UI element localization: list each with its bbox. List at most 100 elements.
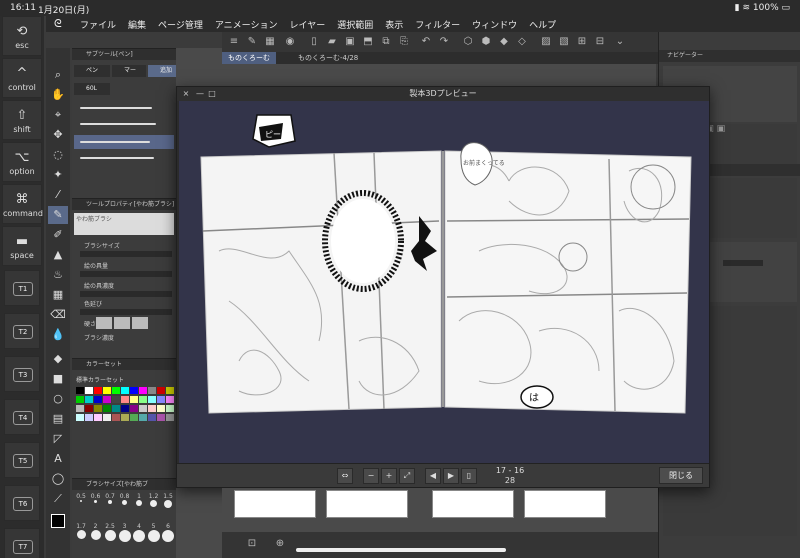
export-icon[interactable]: ⬒: [362, 36, 374, 48]
chevron-down-icon[interactable]: ⌄: [614, 36, 626, 48]
color-swatch[interactable]: [130, 405, 138, 412]
menu-window[interactable]: ウィンドウ: [472, 18, 517, 31]
preview-stage[interactable]: ピー お前まくってる は: [179, 101, 709, 463]
color-swatch[interactable]: [166, 396, 174, 403]
color-swatch[interactable]: [94, 387, 102, 394]
figure-tool-icon[interactable]: ○: [48, 390, 68, 408]
airbrush-tool-icon[interactable]: ♨: [48, 266, 68, 284]
record-icon[interactable]: ◉: [284, 36, 296, 48]
color-swatch[interactable]: [76, 405, 84, 412]
color-swatch[interactable]: [166, 387, 174, 394]
maximize-window-icon[interactable]: □: [207, 89, 217, 99]
brush-preview-2[interactable]: [80, 123, 156, 125]
color-swatch[interactable]: [112, 405, 120, 412]
t4-key[interactable]: T4: [4, 399, 40, 435]
snap-icon[interactable]: ⊞: [576, 36, 588, 48]
t3-key[interactable]: T3: [4, 356, 40, 392]
undo-icon[interactable]: ↶: [420, 36, 432, 48]
main-color-swatch[interactable]: [48, 512, 68, 530]
gradient-tool-icon[interactable]: ■: [48, 370, 68, 388]
color-swatch[interactable]: [85, 405, 93, 412]
color-swatch[interactable]: [166, 414, 174, 421]
brush-size-option[interactable]: 4: [132, 523, 146, 549]
color-swatch[interactable]: [121, 405, 129, 412]
fill-tool-icon[interactable]: ◆: [48, 350, 68, 368]
color-swatch[interactable]: [85, 387, 93, 394]
hardness-step-3[interactable]: [132, 317, 148, 329]
magic-wand-icon[interactable]: ✦: [48, 166, 68, 184]
page-add-icon[interactable]: ⊕: [274, 538, 286, 550]
subtool-tab-pen[interactable]: ペン: [74, 65, 110, 77]
zoom-tool-icon[interactable]: ⌕: [48, 66, 68, 84]
paint-density-slider[interactable]: [80, 291, 172, 297]
fit-view-icon[interactable]: ⇔: [337, 468, 353, 484]
invert-selection-icon[interactable]: ▧: [558, 36, 570, 48]
space-key[interactable]: ▬ space: [2, 226, 42, 266]
color-swatch[interactable]: [112, 387, 120, 394]
brush-size-option[interactable]: 0.5: [74, 493, 88, 519]
brush-size-option[interactable]: 5: [147, 523, 161, 549]
color-swatch[interactable]: [103, 387, 111, 394]
brush-size-option[interactable]: 2.5: [103, 523, 117, 549]
color-swatch[interactable]: [94, 405, 102, 412]
color-swatch[interactable]: [76, 387, 84, 394]
color-swatch[interactable]: [166, 405, 174, 412]
eraser-tool-icon[interactable]: ⌫: [48, 306, 68, 324]
menu-edit[interactable]: 編集: [128, 18, 146, 31]
move-tool-icon[interactable]: ✥: [48, 126, 68, 144]
border-icon[interactable]: ◇: [516, 36, 528, 48]
color-swatch[interactable]: [148, 387, 156, 394]
page-settings-icon[interactable]: ⊡: [246, 538, 258, 550]
menu-help[interactable]: ヘルプ: [529, 18, 556, 31]
eyedropper-icon[interactable]: ⁄: [48, 186, 68, 204]
page-list-icon[interactable]: ▯: [461, 468, 477, 484]
color-swatch[interactable]: [148, 405, 156, 412]
copy-icon[interactable]: ⧉: [380, 36, 392, 48]
hamburger-icon[interactable]: ≡: [228, 36, 240, 48]
doc-tab-2[interactable]: ものくろーむ-4/28: [292, 52, 364, 64]
hardness-step-1[interactable]: [96, 317, 112, 329]
color-swatch[interactable]: [85, 414, 93, 421]
prev-page-icon[interactable]: ◀: [425, 468, 441, 484]
color-swatch[interactable]: [139, 387, 147, 394]
color-swatch[interactable]: [94, 396, 102, 403]
open-file-icon[interactable]: ▰: [326, 36, 338, 48]
color-set-name[interactable]: 標準カラーセット: [76, 375, 124, 384]
decoration-tool-icon[interactable]: ▦: [48, 286, 68, 304]
redo-icon[interactable]: ↷: [438, 36, 450, 48]
close-button[interactable]: 閉じる: [659, 467, 703, 484]
correct-line-tool-icon[interactable]: ⟋: [48, 490, 68, 508]
color-swatch[interactable]: [157, 396, 165, 403]
brush-size-option[interactable]: 1.5: [161, 493, 175, 519]
ruler-snap-icon[interactable]: ⊟: [594, 36, 606, 48]
color-swatch[interactable]: [148, 396, 156, 403]
color-stretch-slider[interactable]: [80, 309, 172, 315]
minimize-window-icon[interactable]: —: [195, 89, 205, 99]
doc-tab-1[interactable]: ものくろーむ: [222, 52, 276, 64]
page-thumbnail[interactable]: [432, 490, 514, 518]
paint-amount-slider[interactable]: [80, 271, 172, 277]
brush-tool-icon[interactable]: ▲: [48, 246, 68, 264]
menu-selection[interactable]: 選択範囲: [337, 18, 373, 31]
menu-filter[interactable]: フィルター: [415, 18, 460, 31]
blend-tool-icon[interactable]: 💧: [48, 326, 68, 344]
color-swatch[interactable]: [148, 414, 156, 421]
brush-size-slider[interactable]: [80, 251, 172, 257]
color-swatch[interactable]: [139, 405, 147, 412]
color-swatch[interactable]: [76, 414, 84, 421]
app-logo-icon[interactable]: ᘓ: [54, 17, 62, 31]
menu-view[interactable]: 表示: [385, 18, 403, 31]
new-file-icon[interactable]: ▯: [308, 36, 320, 48]
t6-key[interactable]: T6: [4, 485, 40, 521]
color-swatch[interactable]: [130, 396, 138, 403]
color-swatch[interactable]: [112, 414, 120, 421]
color-swatch[interactable]: [157, 387, 165, 394]
esc-key[interactable]: ⟲ esc: [2, 16, 42, 56]
brush-size-option[interactable]: 1.7: [74, 523, 88, 549]
color-swatch[interactable]: [139, 414, 147, 421]
color-swatch[interactable]: [121, 387, 129, 394]
brush-size-option[interactable]: 6: [161, 523, 175, 549]
opacity-slider[interactable]: [723, 260, 763, 266]
transform-icon[interactable]: ⬢: [480, 36, 492, 48]
color-swatch[interactable]: [103, 405, 111, 412]
